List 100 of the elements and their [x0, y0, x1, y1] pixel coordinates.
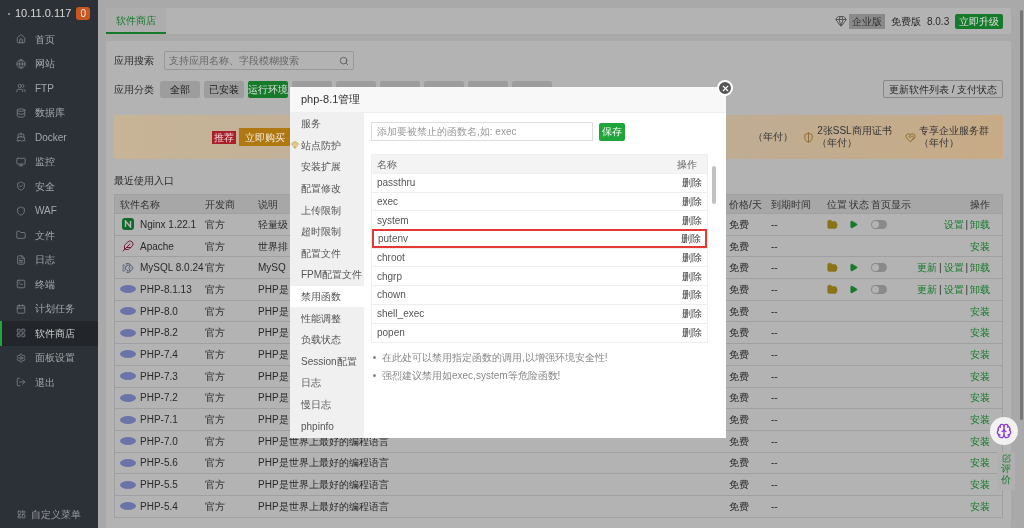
perk-text: （年付） — [753, 131, 794, 143]
expiry-cell: -- — [771, 283, 778, 295]
expiry-cell: -- — [771, 327, 778, 339]
price-cell: 免费 — [729, 479, 749, 491]
edition-badge: 企业版 — [848, 13, 885, 29]
description-cell: PHP是 — [258, 370, 289, 382]
dialog-title: php-8.1管理 — [301, 92, 361, 108]
description-cell: PHP是 — [258, 305, 289, 317]
expiry-cell: -- — [771, 392, 778, 404]
expiry-cell: -- — [771, 435, 778, 447]
expiry-cell: -- — [771, 305, 778, 317]
developer-cell-text: 官方 — [205, 304, 226, 319]
expiry-cell: -- — [771, 370, 778, 382]
price-cell: 免费 — [729, 283, 749, 295]
version-label: 8.0.3 — [926, 14, 950, 29]
description-cell: 轻量级 — [258, 218, 288, 230]
developer-cell-text: 官方 — [205, 369, 226, 384]
software-name: PHP-8.0 — [140, 304, 178, 319]
function-name: chown — [377, 288, 406, 303]
note-text: 在此处可以禁用指定函数的调用,以增强环境安全性! — [382, 351, 608, 365]
software-name: PHP-7.0 — [140, 434, 178, 449]
recent-entry-label: 最近使用入口 — [114, 174, 174, 186]
description-cell: PHP是世界上最好的编程语言 — [258, 479, 389, 491]
expiry-cell: -- — [771, 348, 778, 360]
price-cell: 免费 — [729, 500, 749, 512]
description-cell: PHP是世界上最好的编程语言 — [258, 457, 389, 469]
developer-cell-text: 官方 — [205, 326, 226, 341]
separator-text: | — [939, 261, 942, 276]
price-cell: 免费 — [729, 392, 749, 404]
developer-cell-text: 官方 — [205, 347, 226, 362]
function-name: chroot — [377, 251, 405, 266]
description-cell: MySQ — [258, 262, 286, 274]
recommend-ribbon: 推荐 — [212, 130, 236, 144]
column-header: 开发商 — [205, 198, 235, 210]
function-name: shell_exec — [377, 307, 425, 322]
software-name: PHP-5.4 — [140, 499, 178, 514]
price-cell: 免费 — [729, 414, 749, 426]
developer-cell-text: 官方 — [205, 434, 226, 449]
description-cell: PHP是 — [258, 348, 289, 360]
expiry-cell: -- — [771, 414, 778, 426]
separator-text: | — [965, 217, 969, 232]
function-name: putenv — [378, 231, 409, 246]
function-name: exec — [377, 195, 399, 210]
developer-cell-text: 官方 — [205, 413, 226, 428]
description-cell: 世界排 — [258, 240, 288, 252]
column-header: 操作 — [677, 157, 698, 172]
column-header: 操作 — [970, 197, 991, 212]
host-address: 10.11.0.117 — [14, 6, 72, 22]
description-cell: PHP是世界上最好的编程语言 — [258, 500, 389, 512]
price-cell: 免费 — [729, 262, 749, 274]
software-name: MySQL 8.0.24 — [140, 261, 204, 276]
software-name: Apache — [140, 239, 174, 254]
price-cell: 免费 — [729, 305, 749, 317]
software-name: PHP-7.2 — [140, 391, 178, 406]
software-name: PHP-7.4 — [140, 347, 178, 362]
developer-cell-text: 官方 — [205, 499, 226, 514]
description-cell: PHP是 — [258, 392, 289, 404]
note-text: 强烈建议禁用如exec,system等危险函数! — [382, 369, 561, 383]
developer-cell-text: 官方 — [205, 217, 226, 232]
column-header: 首页显示 — [871, 198, 911, 210]
description-cell: PHP是 — [258, 283, 289, 295]
developer-cell-text: 官方 — [205, 391, 226, 406]
price-cell: 免费 — [729, 327, 749, 339]
software-name: PHP-7.1 — [140, 413, 178, 428]
expiry-cell: -- — [771, 457, 778, 469]
developer-cell-text: 官方 — [205, 456, 226, 471]
edition-label: 免费版 — [890, 14, 921, 29]
expiry-cell: -- — [771, 500, 778, 512]
developer-cell-text: 官方 — [205, 261, 226, 276]
price-cell: 免费 — [729, 218, 749, 230]
column-header: 位置 — [827, 198, 847, 210]
expiry-cell: -- — [771, 218, 778, 230]
function-name: passthru — [377, 176, 416, 191]
price-cell: 免费 — [729, 348, 749, 360]
price-cell: 免费 — [729, 457, 749, 469]
software-name: Nginx 1.22.1 — [140, 217, 197, 232]
developer-cell-text: 官方 — [205, 239, 226, 254]
perk-text: 2张SSL商用证书（年付） — [817, 125, 893, 149]
price-cell: 免费 — [729, 240, 749, 252]
expiry-cell: -- — [771, 240, 778, 252]
column-header: 到期时间 — [771, 198, 811, 210]
expiry-cell: -- — [771, 262, 778, 274]
software-name: PHP-8.2 — [140, 326, 178, 341]
software-name: PHP-7.3 — [140, 369, 178, 384]
separator-text: | — [965, 261, 969, 276]
description-cell: PHP是 — [258, 327, 289, 339]
description-cell: PHP是 — [258, 414, 289, 426]
category-label: 应用分类 — [114, 82, 154, 97]
separator-text: | — [965, 282, 969, 297]
column-header: 名称 — [377, 157, 397, 172]
column-header: 说明 — [258, 198, 278, 210]
perk-text: 专享企业服务群（年付） — [919, 125, 991, 149]
separator-text: | — [939, 282, 942, 297]
developer-cell-text: 官方 — [205, 282, 226, 297]
software-name: PHP-5.5 — [140, 478, 178, 493]
column-header: 状态 — [849, 198, 869, 210]
search-label: 应用搜索 — [114, 54, 154, 68]
function-name: popen — [377, 325, 405, 340]
column-header: 软件名称 — [120, 198, 160, 210]
developer-cell-text: 官方 — [205, 478, 226, 493]
